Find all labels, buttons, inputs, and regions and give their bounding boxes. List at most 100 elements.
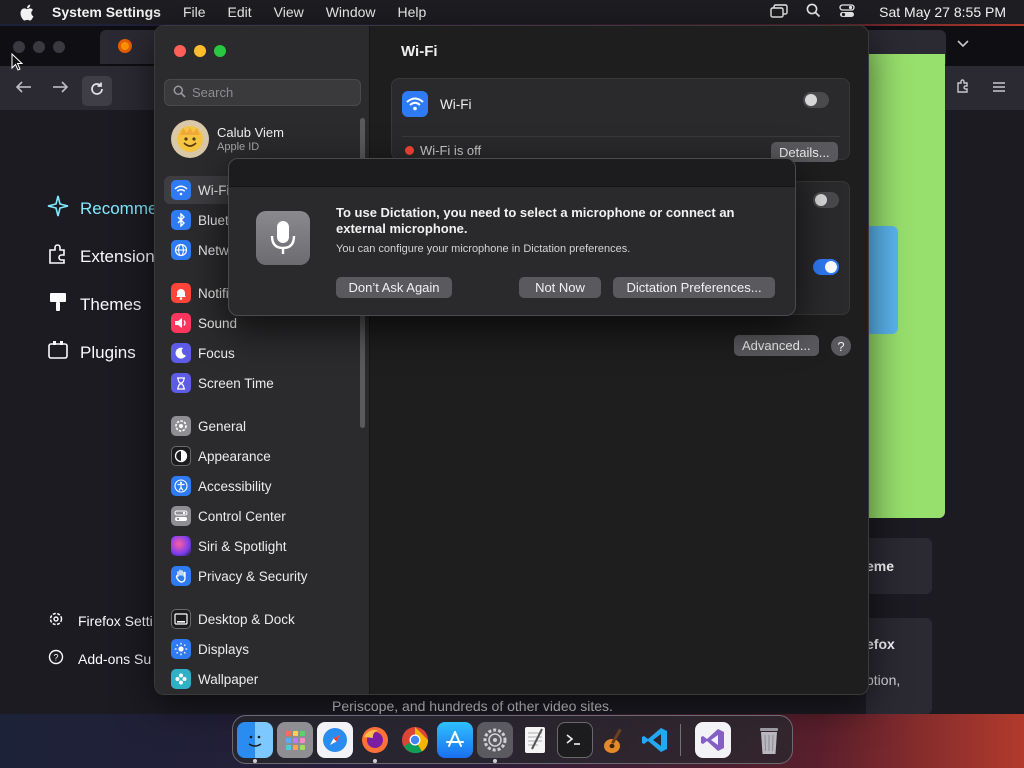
firefox-icon[interactable] — [357, 722, 393, 758]
firefox-card[interactable]: efox ption, — [866, 618, 932, 714]
system-settings-running-indicator — [493, 759, 497, 763]
theme-card-label: eme — [866, 558, 895, 574]
search-input[interactable] — [192, 85, 352, 100]
dock — [232, 715, 793, 764]
extensions-puzzle-icon[interactable] — [955, 78, 971, 99]
avatar — [171, 120, 209, 158]
sidebar-item-desktop-dock[interactable]: Desktop & Dock — [164, 605, 360, 633]
sidebar-item-plugins[interactable]: Plugins — [46, 338, 136, 367]
hamburger-menu-icon[interactable] — [992, 78, 1006, 98]
accessibility-icon — [171, 476, 191, 496]
sidebar-item-label: Recomme — [80, 198, 158, 218]
dialog-message: You can configure your microphone in Dic… — [336, 243, 631, 255]
option-toggle-2[interactable] — [813, 259, 839, 275]
finder-icon[interactable] — [237, 722, 273, 758]
option-toggle-1[interactable] — [813, 192, 839, 208]
microphone-icon — [256, 211, 310, 265]
menu-file[interactable]: File — [183, 4, 206, 20]
periscope-text: Periscope, and hundreds of other video s… — [332, 698, 613, 714]
control-center-icon[interactable] — [839, 3, 855, 21]
close-window-button[interactable] — [174, 45, 186, 57]
zoom-window-button[interactable] — [214, 45, 226, 57]
firefox-card-text: ption, — [866, 672, 901, 688]
sidebar-item-label: Desktop & Dock — [198, 611, 295, 627]
firefox-zoom-button[interactable] — [53, 41, 65, 53]
safari-icon[interactable] — [317, 722, 353, 758]
chrome-icon[interactable] — [397, 722, 433, 758]
siri-icon — [171, 536, 191, 556]
garageband-icon[interactable] — [597, 722, 633, 758]
help-circle-icon: ? — [48, 649, 64, 668]
reload-button[interactable] — [82, 76, 112, 106]
sidebar-item-control-center[interactable]: Control Center — [164, 502, 360, 530]
not-now-button[interactable]: Not Now — [519, 277, 601, 298]
dictation-alert-dialog: To use Dictation, you need to select a m… — [228, 158, 796, 316]
dictation-preferences-button[interactable]: Dictation Preferences... — [613, 277, 775, 298]
menubar-clock[interactable]: Sat May 27 8:55 PM — [879, 4, 1006, 20]
svg-text:?: ? — [53, 653, 58, 663]
firefox-settings-link[interactable]: Firefox Setti — [48, 611, 153, 630]
menu-help[interactable]: Help — [398, 4, 427, 20]
firefox-minimize-button[interactable] — [33, 41, 45, 53]
dock-separator — [680, 724, 681, 756]
sidebar-item-accessibility[interactable]: Accessibility — [164, 472, 360, 500]
forward-arrow-icon[interactable] — [51, 78, 69, 99]
finder-running-indicator — [253, 759, 257, 763]
system-settings-window: Calub Viem Apple ID Wi-Fi Blueto Netwo — [154, 25, 869, 695]
desktop-icon — [171, 609, 191, 629]
sidebar-item-label: Wallpaper — [198, 671, 259, 687]
sidebar-item-general[interactable]: General — [164, 412, 360, 440]
launchpad-icon[interactable] — [277, 722, 313, 758]
theme-card[interactable]: eme — [866, 538, 932, 594]
help-button[interactable]: ? — [831, 336, 851, 356]
menu-window[interactable]: Window — [326, 4, 376, 20]
firefox-close-button[interactable] — [13, 41, 25, 53]
sidebar-item-extensions[interactable]: Extensions — [46, 242, 163, 271]
system-settings-icon[interactable] — [477, 722, 513, 758]
sidebar-item-displays[interactable]: Displays — [164, 635, 360, 663]
back-arrow-icon[interactable] — [15, 78, 33, 99]
firefox-card-label: efox — [866, 636, 895, 652]
wallpaper-icon — [171, 669, 191, 689]
spotlight-search-icon[interactable] — [806, 3, 821, 21]
menu-view[interactable]: View — [274, 4, 304, 20]
apple-id-profile[interactable]: Calub Viem Apple ID — [171, 120, 284, 158]
addons-support-link[interactable]: ? Add-ons Su — [48, 649, 151, 668]
addons-support-label: Add-ons Su — [78, 650, 152, 667]
terminal-icon[interactable] — [557, 722, 593, 758]
menu-app-name[interactable]: System Settings — [52, 4, 161, 20]
settings-search-field[interactable] — [164, 79, 361, 106]
minimize-window-button[interactable] — [194, 45, 206, 57]
gear-icon — [48, 611, 64, 630]
sidebar-item-label: Extensions — [80, 246, 164, 266]
sidebar-item-appearance[interactable]: Appearance — [164, 442, 360, 470]
app-store-icon[interactable] — [437, 722, 473, 758]
sidebar-item-label: Control Center — [198, 508, 286, 524]
screen-mirroring-icon[interactable] — [770, 3, 788, 21]
profile-name: Calub Viem — [217, 125, 284, 140]
wifi-icon — [171, 180, 191, 200]
apple-menu-icon[interactable] — [0, 4, 52, 21]
mouse-cursor-icon — [11, 52, 24, 74]
firefox-tab-list-chevron-icon[interactable] — [956, 36, 970, 52]
textedit-icon[interactable] — [517, 722, 553, 758]
sidebar-item-screen-time[interactable]: Screen Time — [164, 369, 360, 397]
sidebar-item-siri-spotlight[interactable]: Siri & Spotlight — [164, 532, 360, 560]
sun-icon — [171, 639, 191, 659]
vscode-icon[interactable] — [637, 722, 673, 758]
sidebar-item-label: Siri & Spotlight — [198, 538, 287, 554]
paintbrush-icon — [46, 290, 70, 319]
dont-ask-again-button[interactable]: Don’t Ask Again — [336, 277, 452, 298]
trash-icon[interactable] — [751, 722, 787, 758]
sidebar-item-recommended[interactable]: Recomme — [46, 194, 157, 223]
sidebar-item-themes[interactable]: Themes — [46, 290, 141, 319]
sidebar-item-privacy-security[interactable]: Privacy & Security — [164, 562, 360, 590]
sidebar-item-wallpaper[interactable]: Wallpaper — [164, 665, 360, 693]
wifi-toggle[interactable] — [803, 92, 829, 108]
menu-edit[interactable]: Edit — [228, 4, 252, 20]
visual-studio-icon[interactable] — [695, 722, 731, 758]
search-icon — [173, 85, 186, 101]
firefox-settings-label: Firefox Setti — [78, 612, 153, 629]
advanced-button[interactable]: Advanced... — [734, 335, 819, 356]
sidebar-item-focus[interactable]: Focus — [164, 339, 360, 367]
